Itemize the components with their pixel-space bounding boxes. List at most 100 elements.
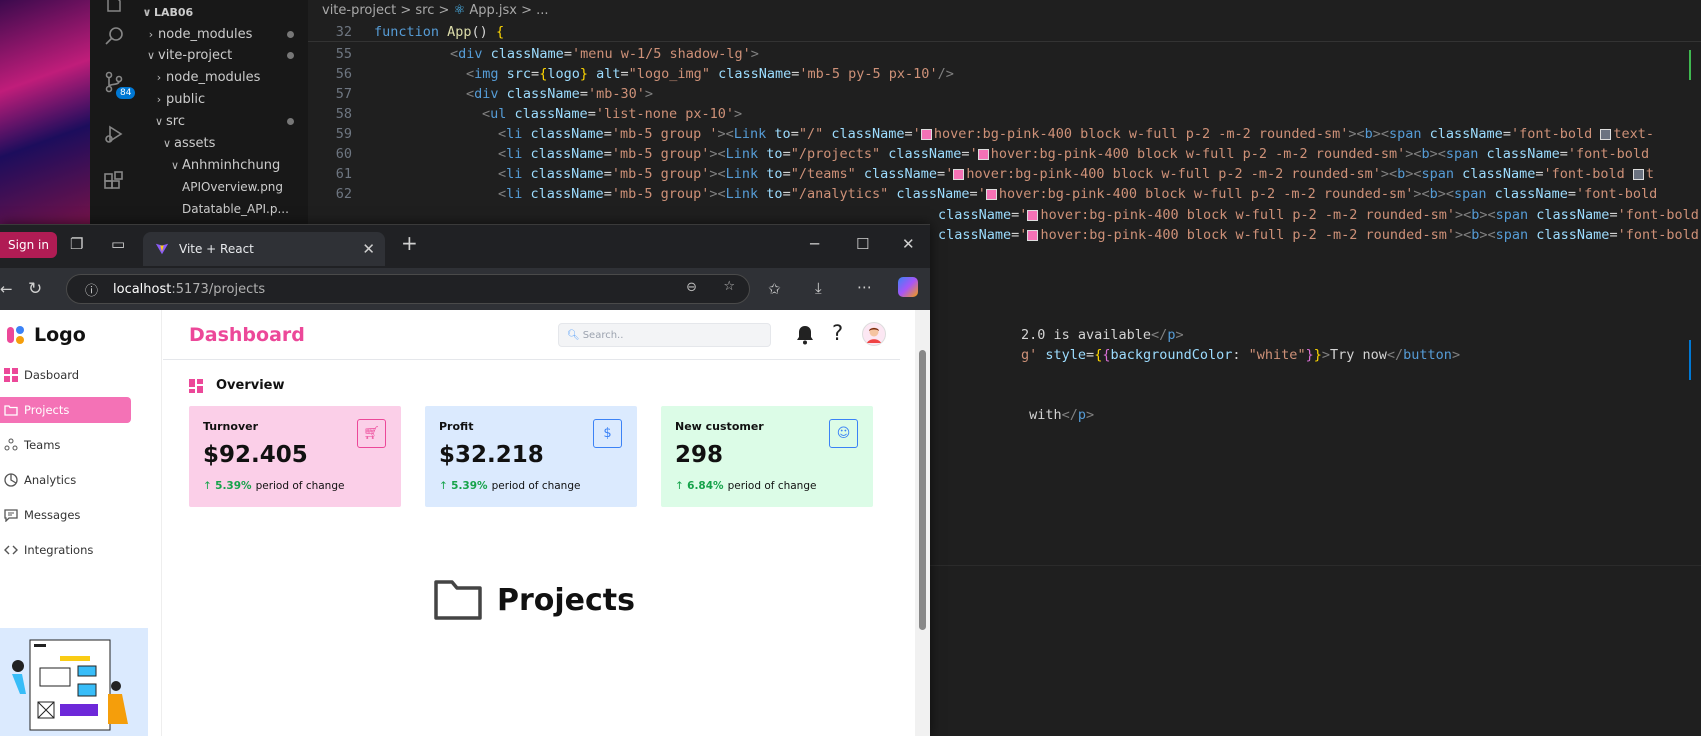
code-line-55: 55 < div className = ' menu w-1/5 shadow-lg ' > — [308, 44, 1701, 64]
code-text: 2.0 is available — [1021, 327, 1152, 343]
back-icon[interactable]: ← — [0, 280, 13, 298]
nav-label: Dasboard — [24, 368, 80, 382]
code-string: mb-5 group — [619, 186, 702, 202]
code-string: mb-5 group — [619, 146, 702, 162]
new-tab-icon[interactable]: + — [401, 231, 418, 255]
zoom-icon[interactable]: ⊖ — [686, 280, 697, 295]
extensions-icon[interactable] — [102, 170, 126, 194]
tree-item-public[interactable]: › public — [138, 88, 308, 110]
copilot-icon[interactable] — [898, 277, 918, 297]
maximize-icon[interactable]: ☐ — [856, 235, 869, 253]
nav-item-analytics[interactable]: Analytics — [0, 467, 131, 493]
change-percent: 5.39% — [451, 480, 488, 492]
url-field[interactable]: ⓘ localhost:5173/projects ⊖ ☆ — [66, 274, 750, 304]
close-tab-icon[interactable]: ✕ — [362, 240, 375, 258]
tree-label: public — [166, 91, 206, 107]
breadcrumb-item[interactable]: ... — [536, 3, 548, 18]
breadcrumb-item[interactable]: App.jsx — [469, 3, 517, 18]
tree-item-assets[interactable]: ∨ assets — [138, 132, 308, 154]
tree-root-lab06[interactable]: ∨ LAB06 — [138, 1, 308, 23]
code-string: hover:bg-pink-400 block w-full p-2 -m-2 … — [966, 166, 1373, 182]
nav-item-messages[interactable]: Messages — [0, 502, 131, 528]
color-swatch — [977, 149, 989, 160]
tab-actions-icon[interactable]: ▭ — [111, 235, 125, 253]
line-number: 58 — [335, 106, 352, 122]
nav-item-projects[interactable]: Projects — [0, 397, 131, 423]
vite-favicon-icon — [155, 243, 169, 255]
bell-icon[interactable] — [796, 325, 814, 345]
app-logo[interactable]: Logo — [6, 324, 86, 346]
tree-item-node-modules-2[interactable]: › node_modules — [138, 66, 308, 88]
close-window-icon[interactable]: ✕ — [902, 235, 915, 253]
favorite-star-icon[interactable]: ☆ — [723, 279, 735, 294]
logo-icon — [7, 326, 24, 344]
code-line-57: 57 < div className = ' mb-30 ' > — [308, 84, 1701, 104]
info-icon[interactable]: ⓘ — [85, 280, 98, 299]
code-text: with — [1021, 407, 1062, 423]
overview-title: Overview — [216, 378, 285, 393]
line-number: 32 — [335, 23, 352, 40]
url-path: :5173/projects — [171, 281, 266, 297]
refresh-icon[interactable]: ↻ — [28, 279, 42, 299]
minimize-icon[interactable]: ─ — [810, 235, 819, 253]
code-string: g' — [1021, 347, 1038, 363]
grid-icon — [4, 368, 18, 382]
code-text: Try now — [1330, 347, 1387, 363]
modified-dot — [287, 117, 294, 125]
code-string: mb-5 group — [619, 166, 702, 182]
dollar-icon[interactable]: $ — [593, 419, 622, 448]
tree-label: assets — [174, 135, 216, 151]
breadcrumb-item[interactable]: vite-project — [322, 3, 396, 18]
code-string: menu w-1/5 shadow-lg — [580, 46, 743, 62]
files-icon[interactable] — [102, 0, 126, 18]
avatar[interactable] — [862, 322, 886, 346]
chevron-icon: › — [156, 70, 162, 84]
breadcrumb-separator: > — [400, 3, 412, 18]
scrollbar-thumb[interactable] — [919, 350, 926, 630]
help-icon[interactable]: ? — [832, 321, 843, 345]
tree-label: Datatable_API.p... — [182, 202, 289, 216]
tree-label: LAB06 — [154, 5, 194, 19]
user-circle-icon[interactable]: ☺ — [829, 419, 858, 448]
code-text: App — [447, 23, 472, 40]
code-string: mb-30 — [596, 86, 637, 102]
team-icon — [4, 438, 18, 451]
more-menu-icon[interactable]: ⋯ — [857, 278, 872, 296]
page-scrollbar[interactable] — [915, 310, 930, 736]
nav-item-integrations[interactable]: Integrations — [0, 537, 131, 563]
search-input[interactable]: 🔍︎ Search.. — [558, 323, 771, 347]
tree-item-apioverview[interactable]: APIOverview.png — [138, 176, 308, 198]
color-swatch — [1632, 169, 1644, 180]
sign-in-button[interactable]: Sign in — [0, 232, 57, 258]
tree-item-node-modules[interactable]: › node_modules — [138, 23, 308, 45]
search-icon[interactable] — [102, 24, 126, 48]
nav-item-dashboard[interactable]: Dasboard — [0, 362, 131, 388]
main-content: Dashboard 🔍︎ Search.. ? Overview Turnove… — [163, 310, 900, 736]
folder-icon — [434, 580, 482, 620]
downloads-icon[interactable]: ⤓ — [815, 279, 822, 297]
favorites-icon[interactable]: ✩ — [768, 280, 781, 298]
chevron-icon: ∨ — [154, 114, 164, 128]
workspaces-icon[interactable]: ❐ — [70, 235, 83, 253]
code-line-63-partial: className = ' hover:bg-pink-400 block w-ful… — [938, 207, 1699, 223]
browser-tab-bar: Sign in ❐ ▭ Vite + React ✕ + ─ ☐ ✕ — [0, 224, 930, 268]
modified-dot — [287, 51, 294, 59]
line-number: 62 — [335, 186, 352, 202]
tree-item-anhminhchung[interactable]: ∨ Anhminhchung — [138, 154, 308, 176]
code-string: /analytics — [798, 186, 881, 202]
url-host: localhost — [113, 281, 172, 297]
tree-item-src[interactable]: ∨ src — [138, 110, 308, 132]
code-string: mb-5 py-5 px-10 — [807, 66, 930, 82]
chevron-icon: ∨ — [170, 158, 180, 172]
browser-tab[interactable]: Vite + React ✕ — [143, 232, 385, 266]
cart-icon[interactable]: 🛒︎ — [357, 419, 386, 448]
card-label: Turnover — [203, 420, 258, 433]
run-debug-icon[interactable] — [102, 122, 126, 146]
tab-title: Vite + React — [179, 242, 254, 256]
breadcrumb-item[interactable]: src — [415, 3, 434, 18]
search-placeholder: Search.. — [582, 329, 624, 341]
tree-item-vite-project[interactable]: ∨ vite-project — [138, 44, 308, 66]
code-string: list-none px-10 — [603, 106, 726, 122]
tree-item-datatable[interactable]: Datatable_API.p... — [138, 198, 308, 220]
nav-item-teams[interactable]: Teams — [0, 432, 131, 458]
